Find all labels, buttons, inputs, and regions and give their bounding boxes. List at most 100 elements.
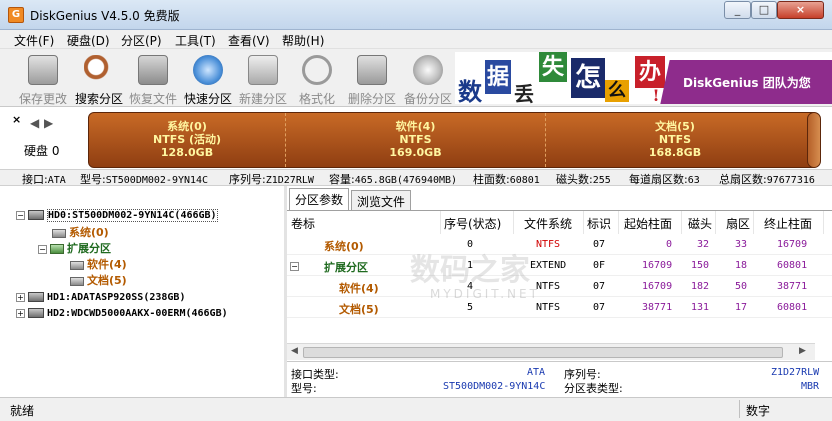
tree-node-hd2[interactable]: + HD2:WDCWD5000AAKX-00ERM(466GB) [16, 306, 228, 322]
expand-icon[interactable]: + [16, 292, 25, 302]
hard-disk-icon [28, 292, 44, 302]
interface-label: 接口: [22, 173, 48, 186]
quick-partition-icon [193, 55, 223, 85]
promo-banner[interactable]: 数 据 丢 失 怎 么 办 ! DiskGenius 团队为您 [455, 52, 832, 104]
interface-info: 接口:ATA [22, 171, 66, 187]
save-changes-label: 保存更改 [18, 92, 67, 106]
window-title: DiskGenius V4.5.0 免费版 [30, 9, 180, 23]
tree-label-hd2: HD2:WDCWD5000AAKX-00ERM(466GB) [47, 308, 228, 319]
model-info: 型号:ST500DM002-9YN14C [80, 171, 208, 187]
table-row[interactable]: 系统(0) 0 NTFS 07 0 32 33 16709 [287, 235, 832, 255]
extended-partition-icon [50, 244, 64, 254]
column-header-index[interactable]: 序号(状态) [444, 211, 514, 234]
menu-file[interactable]: 文件(F) [14, 32, 54, 49]
quick-partition-button[interactable]: 快速分区 [181, 52, 235, 106]
minimize-button[interactable]: _ [724, 1, 751, 19]
tree-node-hd1[interactable]: + HD1:ADATASP920SS(238GB) [16, 290, 185, 306]
detail-model-value: ST500DM002-9YN14C [443, 381, 546, 392]
format-button[interactable]: 格式化 [292, 52, 342, 106]
cylinders-value: 60801 [509, 175, 540, 186]
menu-disk[interactable]: 硬盘(D) [67, 32, 110, 49]
search-partition-button[interactable]: 搜索分区 [72, 52, 126, 106]
partition-size: 128.0GB [160, 146, 214, 159]
partition-fs: NTFS (活动) [152, 133, 222, 146]
detail-partition-table-value: MBR [801, 381, 820, 392]
disk-details-panel: 接口类型: ATA 型号: ST500DM002-9YN14C 序列号: Z1D… [287, 361, 832, 397]
scrollbar-thumb[interactable] [303, 347, 783, 358]
interface-value: ATA [47, 175, 66, 186]
tree-node-software[interactable]: 软件(4) [70, 256, 127, 272]
banner-char: 据 [485, 60, 511, 94]
backup-partition-label: 备份分区 [403, 92, 452, 106]
restore-files-button[interactable]: 恢复文件 [126, 52, 180, 106]
cell-head: 182 [691, 281, 710, 292]
total-sectors-value: 97677316 [766, 175, 815, 186]
partition-block-software[interactable]: 软件(4) NTFS 169.0GB [286, 113, 546, 167]
column-header-end-cyl[interactable]: 终止柱面 [764, 211, 824, 234]
cell-sector: 50 [735, 281, 748, 292]
quick-partition-label: 快速分区 [183, 92, 232, 106]
backup-partition-button[interactable]: 备份分区 [401, 52, 455, 106]
maximize-button[interactable]: □ [751, 1, 777, 19]
tree-node-documents[interactable]: 文档(5) [70, 272, 127, 288]
disk-info-bar: 接口:ATA 型号:ST500DM002-9YN14C 序列号:Z1D27RLW… [0, 169, 832, 186]
status-numlock: 数字 [739, 400, 799, 418]
cell-sector: 17 [735, 302, 748, 313]
heads-label: 磁头数: [556, 173, 593, 186]
close-disk-map-icon[interactable]: × [12, 113, 21, 126]
table-row[interactable]: 软件(4) 4 NTFS 07 16709 182 50 38771 [287, 277, 832, 297]
sectors-per-track-value: 63 [687, 175, 700, 186]
cell-start-cyl: 16709 [642, 260, 673, 271]
partition-block-documents[interactable]: 文档(5) NTFS 168.8GB [546, 113, 804, 167]
table-row[interactable]: 文档(5) 5 NTFS 07 38771 131 17 60801 [287, 298, 832, 318]
cell-index: 5 [467, 302, 474, 313]
expand-icon[interactable]: + [16, 308, 25, 318]
disk-label: 硬盘 0 [24, 144, 60, 158]
cell-head: 150 [691, 260, 710, 271]
column-header-start-cyl[interactable]: 起始柱面 [624, 211, 682, 234]
tree-node-system[interactable]: 系统(0) [52, 224, 109, 240]
cell-end-cyl: 16709 [777, 239, 808, 250]
menu-view[interactable]: 查看(V) [228, 32, 270, 49]
column-header-fs[interactable]: 文件系统 [524, 211, 584, 234]
column-header-sector[interactable]: 扇区 [726, 211, 754, 234]
cell-fs: EXTEND [530, 260, 567, 271]
cell-id: 07 [593, 239, 606, 250]
column-header-id[interactable]: 标识 [587, 211, 619, 234]
partition-block-system[interactable]: 系统(0) NTFS (活动) 128.0GB [89, 113, 286, 167]
new-partition-button[interactable]: 新建分区 [236, 52, 290, 106]
new-partition-icon [248, 55, 278, 85]
menu-tools[interactable]: 工具(T) [175, 32, 216, 49]
restore-icon [138, 55, 168, 85]
delete-partition-button[interactable]: 删除分区 [345, 52, 399, 106]
column-header-label[interactable]: 卷标 [291, 211, 441, 234]
tree-node-hd0[interactable]: − HD0:ST500DM002-9YN14C(466GB) [16, 208, 218, 224]
next-disk-icon[interactable]: ▶ [44, 116, 53, 130]
save-changes-button[interactable]: 保存更改 [16, 52, 70, 106]
cell-fs: NTFS [536, 239, 561, 250]
format-label: 格式化 [298, 92, 335, 106]
horizontal-scrollbar[interactable]: ◀ ▶ [287, 343, 815, 360]
close-button[interactable]: × [777, 1, 824, 19]
partition-name: 软件(4) [395, 120, 436, 133]
menu-partition[interactable]: 分区(P) [121, 32, 162, 49]
cell-end-cyl: 60801 [777, 260, 808, 271]
scroll-right-icon[interactable]: ▶ [799, 346, 806, 356]
disk-partition-bar[interactable]: 系统(0) NTFS (活动) 128.0GB 软件(4) NTFS 169.0… [88, 112, 821, 168]
capacity-label: 容量: [329, 173, 355, 186]
heads-info: 磁头数:255 [556, 171, 611, 187]
collapse-icon[interactable]: − [16, 210, 25, 220]
column-header-head[interactable]: 磁头 [688, 211, 716, 234]
hard-disk-icon [28, 308, 44, 318]
banner-char: 么 [605, 80, 629, 102]
prev-disk-icon[interactable]: ◀ [30, 116, 39, 130]
tree-node-extended[interactable]: − 扩展分区 [38, 240, 111, 256]
tab-browse-files[interactable]: 浏览文件 [351, 190, 412, 210]
collapse-icon[interactable]: − [290, 259, 299, 272]
table-row[interactable]: − 扩展分区 1 EXTEND 0F 16709 150 18 60801 [287, 256, 832, 276]
scroll-left-icon[interactable]: ◀ [291, 346, 298, 356]
tab-partition-params[interactable]: 分区参数 [289, 188, 350, 211]
menu-help[interactable]: 帮助(H) [282, 32, 324, 49]
collapse-icon[interactable]: − [38, 244, 47, 254]
cell-start-cyl: 16709 [642, 281, 673, 292]
